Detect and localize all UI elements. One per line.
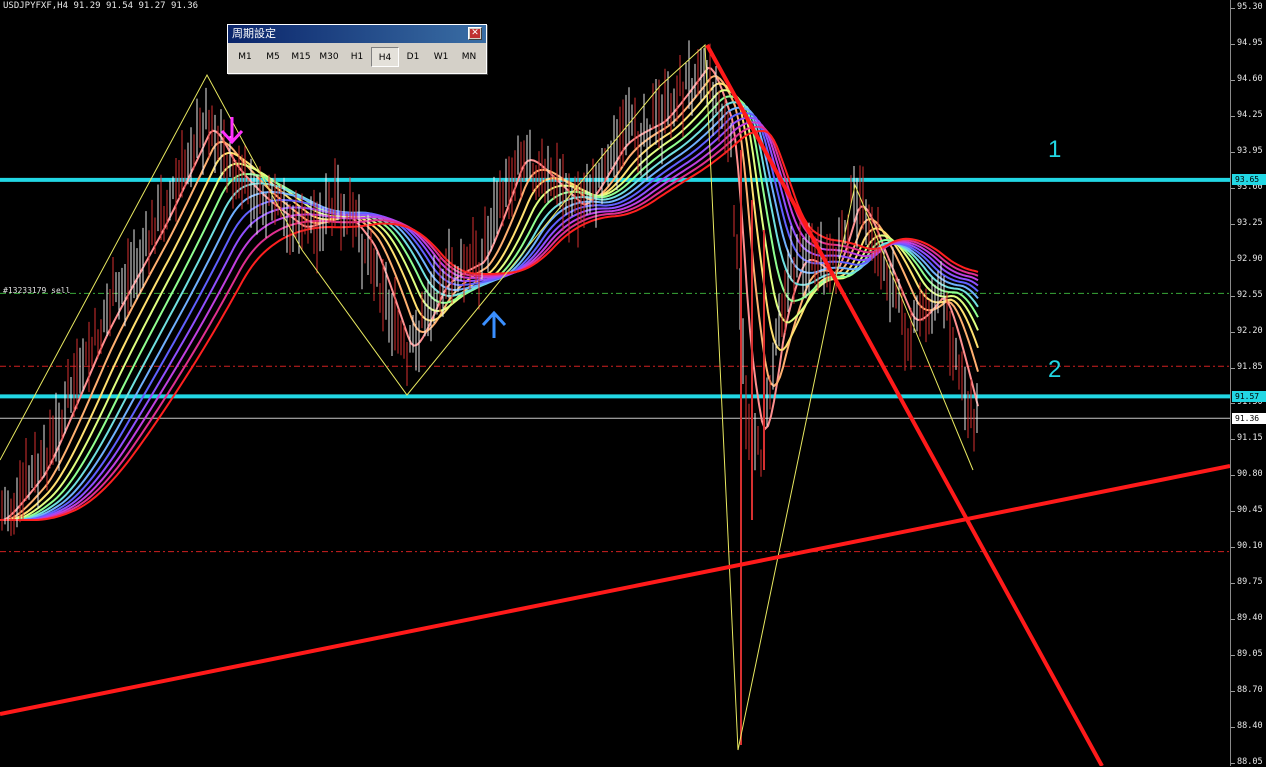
period-button-d1[interactable]: D1 xyxy=(399,47,427,67)
axis-tick-mark xyxy=(1231,403,1235,405)
axis-tick-label: 95.30 xyxy=(1237,2,1263,12)
axis-tick-mark xyxy=(1231,475,1235,477)
period-button-w1[interactable]: W1 xyxy=(427,47,455,67)
sell-arrow-icon xyxy=(220,117,244,145)
axis-tick-mark xyxy=(1231,655,1235,657)
axis-tick-label: 91.85 xyxy=(1237,361,1263,372)
axis-tick-label: 93.95 xyxy=(1237,145,1263,156)
axis-tick-label: 94.25 xyxy=(1237,109,1263,120)
axis-tick-mark xyxy=(1231,8,1235,9)
axis-tick-mark xyxy=(1231,727,1235,729)
axis-tick-mark xyxy=(1231,619,1235,621)
axis-tick-label: 89.75 xyxy=(1237,577,1263,588)
period-button-mn[interactable]: MN xyxy=(455,47,483,67)
close-button[interactable]: ✕ xyxy=(468,27,482,40)
axis-tick-mark xyxy=(1231,691,1235,693)
period-button-m1[interactable]: M1 xyxy=(231,47,259,67)
period-dialog-title[interactable]: 周期設定 ✕ xyxy=(228,25,486,43)
trendline-ascending[interactable] xyxy=(0,464,1230,716)
period-button-bar: M1 M5 M15 M30 H1 H4 D1 W1 MN xyxy=(228,43,486,67)
price-axis[interactable]: 95.30 94.95 94.60 94.25 93.95 93.60 93.25 92.90… xyxy=(1230,0,1266,767)
axis-tick-mark xyxy=(1231,115,1235,117)
axis-tick-label: 93.25 xyxy=(1237,217,1263,228)
axis-tick-mark xyxy=(1231,511,1235,513)
period-dialog-title-text: 周期設定 xyxy=(232,27,276,40)
price-bars xyxy=(1,40,978,745)
axis-tick-label: 92.20 xyxy=(1237,325,1263,336)
axis-tick-label: 88.70 xyxy=(1237,685,1263,696)
axis-tick-label: 92.55 xyxy=(1237,289,1263,300)
axis-tick-label: 94.60 xyxy=(1237,73,1263,84)
trendline-descending[interactable] xyxy=(705,44,1104,766)
axis-tick-mark xyxy=(1231,367,1235,369)
axis-tick-mark xyxy=(1231,583,1235,585)
close-icon: ✕ xyxy=(470,28,480,38)
price-marker: 91.36 xyxy=(1232,412,1266,424)
symbol-info: USDJPYFXF,H4 91.29 91.54 91.27 91.36 xyxy=(3,1,199,11)
axis-tick-mark xyxy=(1231,763,1235,764)
axis-tick-mark xyxy=(1231,439,1235,441)
axis-tick-label: 90.10 xyxy=(1237,541,1263,552)
axis-tick-mark xyxy=(1231,295,1235,297)
period-button-h4[interactable]: H4 xyxy=(371,47,399,67)
order-label: #13233179 sell xyxy=(3,286,71,295)
axis-tick-mark xyxy=(1231,79,1235,81)
level-label-1: 1 xyxy=(1048,136,1062,163)
period-button-h1[interactable]: H1 xyxy=(343,47,371,67)
axis-tick-label: 89.40 xyxy=(1237,613,1263,624)
axis-tick-label: 91.15 xyxy=(1237,433,1263,444)
axis-tick-mark xyxy=(1231,151,1235,153)
moving-average-line xyxy=(0,101,979,521)
axis-tick-label: 89.05 xyxy=(1237,649,1263,660)
moving-average-line xyxy=(0,95,979,521)
axis-tick-mark xyxy=(1231,259,1235,261)
price-marker: 93.65 xyxy=(1232,174,1266,186)
buy-arrow-icon xyxy=(481,310,507,338)
axis-tick-mark xyxy=(1231,547,1235,549)
axis-tick-label: 90.45 xyxy=(1237,505,1263,516)
level-label-2: 2 xyxy=(1048,356,1062,383)
axis-tick-label: 88.40 xyxy=(1237,721,1263,732)
period-button-m30[interactable]: M30 xyxy=(315,47,343,67)
price-marker: 91.57 xyxy=(1232,390,1266,402)
axis-tick-label: 94.95 xyxy=(1237,37,1263,48)
period-dialog[interactable]: 周期設定 ✕ M1 M5 M15 M30 H1 H4 D1 W1 MN xyxy=(227,24,487,74)
axis-tick-mark xyxy=(1231,187,1235,189)
period-button-m15[interactable]: M15 xyxy=(287,47,315,67)
axis-tick-label: 90.80 xyxy=(1237,469,1263,480)
period-button-m5[interactable]: M5 xyxy=(259,47,287,67)
axis-tick-label: 92.90 xyxy=(1237,253,1263,264)
axis-tick-mark xyxy=(1231,331,1235,333)
price-chart[interactable] xyxy=(0,0,1230,766)
moving-average-line xyxy=(0,89,979,521)
axis-tick-mark xyxy=(1231,43,1235,45)
moving-average-line xyxy=(0,129,979,521)
moving-average-line xyxy=(0,106,979,521)
axis-tick-mark xyxy=(1231,223,1235,225)
